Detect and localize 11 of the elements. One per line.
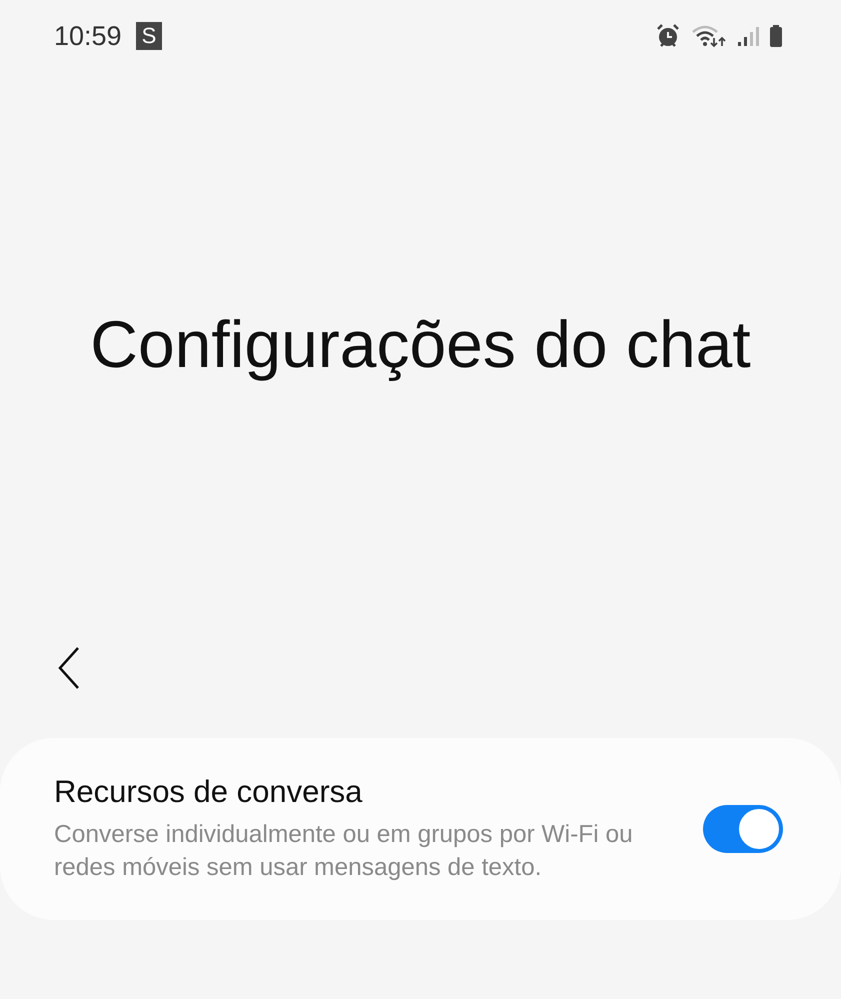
- setting-label: Recursos de conversa: [54, 774, 364, 810]
- app-notification-badge: S: [136, 22, 162, 50]
- wifi-icon: [691, 24, 727, 48]
- toggle-switch[interactable]: [703, 805, 783, 853]
- signal-icon: [737, 24, 759, 48]
- back-icon[interactable]: [57, 646, 81, 690]
- page-title: Configurações do chat: [89, 306, 752, 383]
- status-time: 10:59: [54, 20, 122, 52]
- alarm-clock-icon: [655, 24, 681, 48]
- battery-icon: [769, 24, 783, 48]
- setting-description: Converse individualmente ou em grupos por Wi-Fi ou redes móveis sem usar mensagens de texto.: [54, 820, 634, 883]
